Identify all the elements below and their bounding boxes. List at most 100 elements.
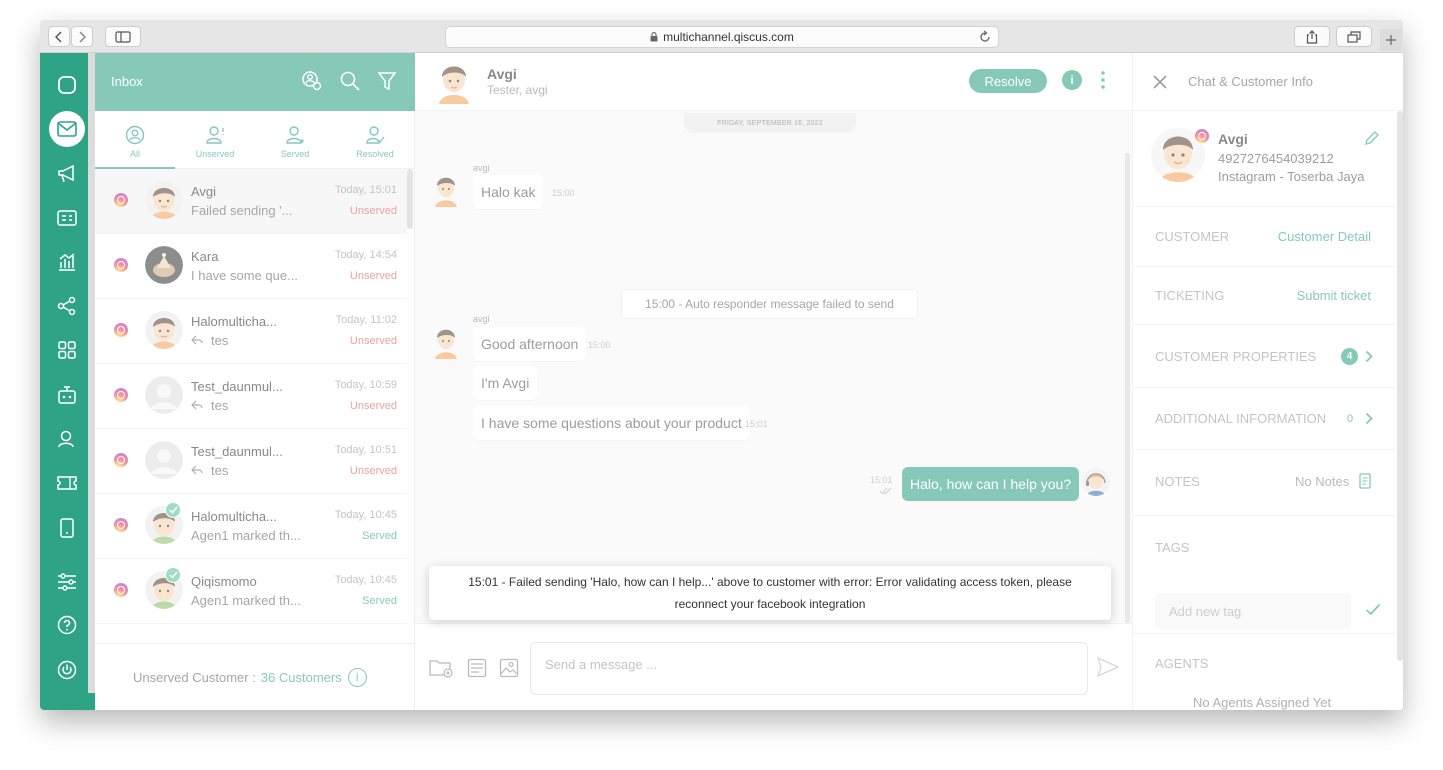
conversation-preview: Failed sending '... [191, 203, 293, 218]
message-bubble: I'm Avgi [473, 366, 538, 400]
search-icon[interactable] [339, 70, 361, 92]
chevron-left-icon [55, 30, 62, 43]
note-icon[interactable] [1359, 473, 1371, 489]
avatar [145, 246, 183, 284]
boy-avatar-icon [435, 329, 457, 359]
boy-avatar-icon [145, 181, 183, 219]
rail-apps[interactable] [48, 331, 86, 369]
rail-integrations[interactable] [48, 287, 86, 325]
submit-ticket-link[interactable]: Submit ticket [1297, 288, 1371, 303]
properties-count-badge: 4 [1341, 348, 1358, 365]
conversation-item[interactable]: Halomulticha... Agen1 marked th... Today… [95, 494, 407, 559]
image-icon[interactable] [499, 658, 519, 678]
more-vertical-icon[interactable] [1100, 70, 1106, 90]
status-badge: Unserved [349, 270, 397, 282]
message-bubble: Good afternoon [473, 327, 587, 361]
customer-channel: Instagram - Toserba Jaya [1218, 169, 1365, 184]
info-icon[interactable]: i [347, 667, 367, 687]
additional-info-section[interactable]: ADDITIONAL INFORMATION 0 [1133, 387, 1397, 449]
panel-scrollbar[interactable] [1397, 111, 1403, 661]
check-icon[interactable] [1365, 603, 1381, 616]
status-badge: Unserved [349, 465, 397, 477]
customer-detail-link[interactable]: Customer Detail [1278, 229, 1371, 244]
message-input[interactable]: Send a message ... [530, 642, 1088, 695]
conversation-item[interactable]: Test_daunmul... tes Today, 10:51 Unserve… [95, 429, 407, 494]
tab-resolved[interactable]: Resolved [335, 111, 415, 169]
list-scrollbar[interactable] [407, 169, 413, 229]
reload-icon[interactable] [978, 30, 992, 44]
inbox-header: Inbox [95, 53, 415, 111]
section-label: CUSTOMER [1155, 229, 1230, 244]
user-circle-icon [125, 125, 145, 145]
conversation-preview: Agen1 marked th... [191, 593, 301, 608]
address-bar[interactable]: multichannel.qiscus.com [445, 26, 999, 48]
user-alert-icon [206, 126, 224, 144]
share-button[interactable] [1294, 26, 1330, 47]
tab-unserved[interactable]: Unserved [175, 111, 255, 169]
conversation-preview: tes [191, 333, 228, 348]
customer-info-panel: Chat & Customer Info Avgi 49272764540392… [1132, 53, 1403, 710]
rail-mobile[interactable] [48, 509, 86, 547]
new-tab-button[interactable] [1380, 29, 1402, 51]
status-badge: Served [362, 530, 397, 542]
rail-broadcast[interactable] [48, 155, 86, 193]
filter-icon[interactable] [377, 70, 397, 92]
template-icon[interactable] [467, 658, 487, 678]
tab-label: All [129, 149, 140, 159]
conversation-name: Test_daunmul... [191, 444, 283, 459]
conversation-item[interactable]: Halomulticha... tes Today, 11:02 Unserve… [95, 299, 407, 364]
conversation-item[interactable]: Qiqismomo Agen1 marked th... Today, 10:4… [95, 559, 407, 624]
section-label: NOTES [1155, 474, 1200, 489]
chat-scrollbar[interactable] [1125, 153, 1130, 623]
resolve-button[interactable]: Resolve [969, 69, 1047, 93]
search-user-icon[interactable] [301, 70, 323, 92]
rail-power[interactable] [48, 651, 86, 689]
conversation-item[interactable]: Kara I have some que... Today, 14:54 Uns… [95, 234, 407, 299]
pencil-icon[interactable] [1364, 130, 1380, 146]
section-label: CUSTOMER PROPERTIES [1155, 349, 1317, 364]
panel-title: Chat & Customer Info [1188, 74, 1313, 89]
back-button[interactable] [48, 26, 70, 47]
browser-window: multichannel.qiscus.com Inbox All Unserv… [40, 20, 1403, 710]
rail-inbox[interactable] [49, 111, 85, 147]
conversation-preview: Agen1 marked th... [191, 528, 301, 543]
rail-scrollbar[interactable] [88, 53, 95, 693]
avatar [432, 325, 460, 359]
chat-contact-name: Avgi [487, 66, 517, 82]
conversation-time: Today, 10:59 [334, 379, 397, 391]
conversation-time: Today, 14:54 [334, 249, 397, 261]
attach-folder-icon[interactable] [429, 658, 453, 678]
read-check-icon [879, 487, 892, 495]
sliders-icon [58, 573, 76, 591]
conversation-item[interactable]: Test_daunmul... tes Today, 10:59 Unserve… [95, 364, 407, 429]
tab-served[interactable]: Served [255, 111, 335, 169]
rail-contacts[interactable] [48, 199, 86, 237]
photo-avatar-icon [145, 246, 183, 284]
sidebar-toggle-button[interactable] [105, 26, 141, 47]
info-icon[interactable]: i [1062, 70, 1082, 90]
tab-label: Unserved [195, 149, 235, 159]
rail-help[interactable] [48, 606, 86, 644]
conversation-item[interactable]: Avgi Failed sending '... Today, 15:01 Un… [95, 169, 407, 234]
served-check-icon [165, 567, 181, 583]
status-badge: Served [362, 595, 397, 607]
customer-properties-section[interactable]: CUSTOMER PROPERTIES 4 [1133, 324, 1397, 387]
close-icon[interactable] [1153, 75, 1167, 89]
tabs-button[interactable] [1336, 26, 1372, 47]
tab-all[interactable]: All [95, 111, 175, 169]
rail-tickets[interactable] [48, 464, 86, 502]
rail-home[interactable] [48, 66, 86, 104]
instagram-icon [114, 388, 128, 402]
rail-bot[interactable] [48, 376, 86, 414]
notes-value: No Notes [1295, 474, 1350, 489]
rail-settings[interactable] [48, 563, 86, 601]
rail-agents[interactable] [48, 420, 86, 458]
forward-button[interactable] [71, 26, 93, 47]
tag-input[interactable]: Add new tag [1155, 593, 1351, 629]
preview-text: tes [211, 333, 229, 348]
send-icon[interactable] [1097, 657, 1119, 677]
instagram-icon [114, 258, 128, 272]
rail-analytics[interactable] [48, 243, 86, 281]
avatar [145, 441, 183, 479]
error-toast: 15:01 - Failed sending 'Halo, how can I … [429, 566, 1111, 620]
